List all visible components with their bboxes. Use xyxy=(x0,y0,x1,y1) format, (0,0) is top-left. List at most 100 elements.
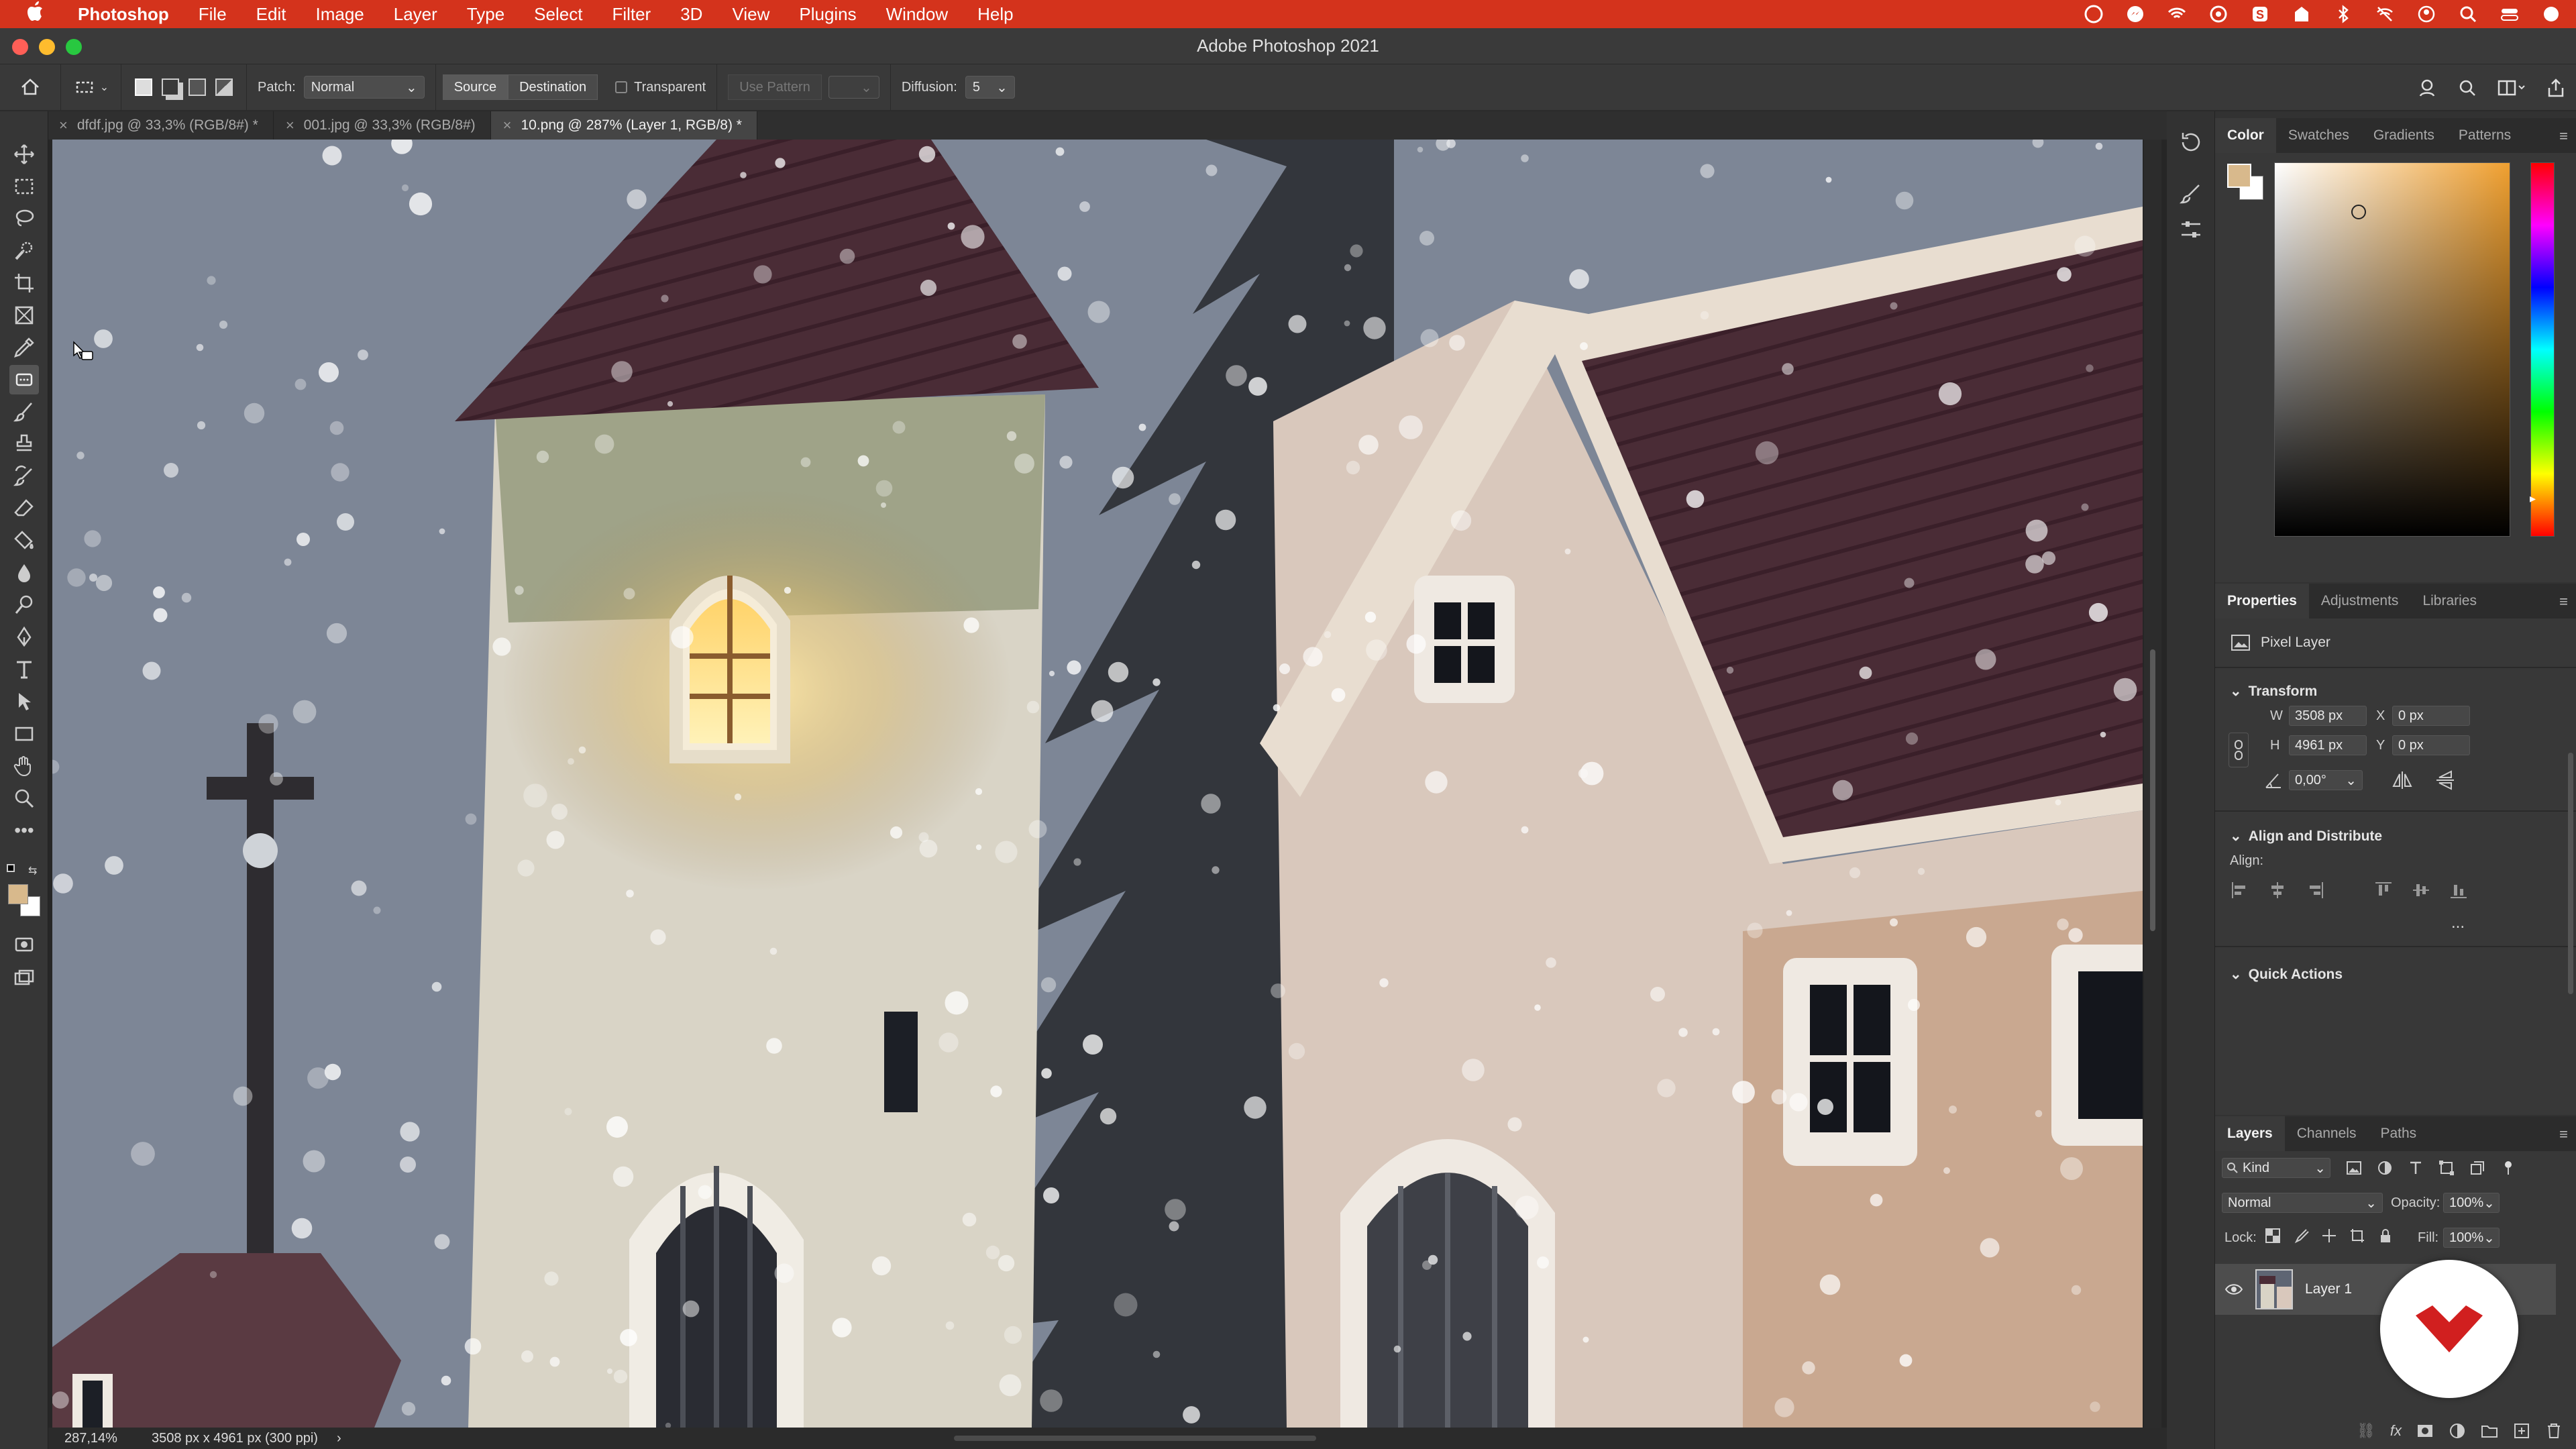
transparent-check-box[interactable] xyxy=(615,81,628,93)
creative-cloud-icon[interactable] xyxy=(2082,4,2105,24)
pen-tool[interactable] xyxy=(9,623,39,652)
shield-icon[interactable] xyxy=(2207,4,2230,24)
path-selection-tool[interactable] xyxy=(9,687,39,716)
search-icon[interactable] xyxy=(2457,4,2479,24)
new-group-icon[interactable] xyxy=(2481,1422,2498,1440)
transparent-checkbox[interactable]: Transparent xyxy=(604,64,716,111)
link-dimensions-button[interactable] xyxy=(2229,733,2249,767)
link-layers-icon[interactable]: ⛓ xyxy=(2357,1422,2375,1440)
tab-properties[interactable]: Properties xyxy=(2215,584,2309,619)
vertical-scrollbar[interactable] xyxy=(2144,140,2161,1428)
quick-actions-section-header[interactable]: ⌄ Quick Actions xyxy=(2230,966,2343,983)
x-input[interactable]: 0 px xyxy=(2392,706,2470,726)
search-icon[interactable] xyxy=(2457,77,2478,99)
lock-pixels-icon[interactable] xyxy=(2293,1228,2309,1244)
tab-swatches[interactable]: Swatches xyxy=(2276,118,2361,153)
close-icon[interactable]: × xyxy=(59,117,68,134)
control-center-icon[interactable] xyxy=(2498,4,2521,24)
tab-libraries[interactable]: Libraries xyxy=(2410,584,2489,619)
filter-shape-icon[interactable] xyxy=(2438,1159,2455,1177)
learn-icon[interactable] xyxy=(2416,77,2438,99)
more-tools-button[interactable]: ••• xyxy=(9,816,39,845)
dodge-tool[interactable] xyxy=(9,590,39,620)
menu-filter[interactable]: Filter xyxy=(597,4,665,25)
add-selection-icon[interactable] xyxy=(162,78,179,96)
rectangle-tool[interactable] xyxy=(9,719,39,749)
fx-icon[interactable]: fx xyxy=(2390,1422,2402,1440)
intersect-selection-icon[interactable] xyxy=(215,78,233,96)
menu-3d[interactable]: 3D xyxy=(665,4,717,25)
zoom-level[interactable]: 287,14% xyxy=(64,1431,138,1446)
tab-dfdf[interactable]: × dfdf.jpg @ 33,3% (RGB/8#) * xyxy=(47,111,274,140)
filter-toggle-icon[interactable] xyxy=(2500,1159,2517,1177)
filter-smart-object-icon[interactable] xyxy=(2469,1159,2486,1177)
type-tool[interactable] xyxy=(9,655,39,684)
marquee-tool[interactable] xyxy=(9,172,39,201)
filter-type-icon[interactable] xyxy=(2407,1159,2424,1177)
share-icon[interactable] xyxy=(2545,77,2567,99)
lock-artboard-icon[interactable] xyxy=(2349,1228,2365,1244)
menu-view[interactable]: View xyxy=(717,4,784,25)
menu-type[interactable]: Type xyxy=(452,4,519,25)
blend-mode-select[interactable]: Normal ⌄ xyxy=(2222,1193,2383,1213)
new-selection-icon[interactable] xyxy=(135,78,152,96)
width-input[interactable]: 3508 px xyxy=(2289,706,2367,726)
properties-scrollbar[interactable] xyxy=(2568,753,2573,994)
menu-plugins[interactable]: Plugins xyxy=(784,4,871,25)
tab-channels[interactable]: Channels xyxy=(2285,1116,2369,1151)
menu-select[interactable]: Select xyxy=(519,4,597,25)
tab-001[interactable]: × 001.jpg @ 33,3% (RGB/8#) xyxy=(273,111,491,140)
fill-input[interactable]: 100% ⌄ xyxy=(2443,1228,2500,1248)
color-picker-ring[interactable] xyxy=(2351,205,2366,219)
layer-filter-select[interactable]: Kind ⌄ xyxy=(2222,1158,2330,1178)
panel-menu-icon[interactable]: ≡ xyxy=(2559,127,2568,145)
scrollbar-thumb[interactable] xyxy=(2150,649,2155,931)
y-input[interactable]: 0 px xyxy=(2392,735,2470,755)
home-button[interactable] xyxy=(0,64,60,111)
menu-help[interactable]: Help xyxy=(963,4,1028,25)
status-menu-arrow[interactable]: › xyxy=(337,1431,341,1446)
user-icon[interactable] xyxy=(2415,4,2438,24)
foreground-color-swatch[interactable] xyxy=(8,884,28,904)
default-swap-colors[interactable]: ⇆ xyxy=(7,864,42,880)
tab-patterns[interactable]: Patterns xyxy=(2447,118,2523,153)
new-layer-icon[interactable] xyxy=(2513,1422,2530,1440)
lasso-tool[interactable] xyxy=(9,204,39,233)
align-right-icon[interactable] xyxy=(2305,880,2325,900)
menu-image[interactable]: Image xyxy=(301,4,378,25)
panel-menu-icon[interactable]: ≡ xyxy=(2559,1126,2568,1143)
tab-gradients[interactable]: Gradients xyxy=(2361,118,2447,153)
subtract-selection-icon[interactable] xyxy=(189,78,206,96)
align-middle-v-icon[interactable] xyxy=(2411,880,2431,900)
add-mask-icon[interactable] xyxy=(2416,1422,2434,1440)
tab-10-png[interactable]: × 10.png @ 287% (Layer 1, RGB/8) * xyxy=(490,111,757,140)
swap-colors-icon[interactable]: ⇆ xyxy=(28,864,37,877)
siri-icon[interactable] xyxy=(2540,4,2563,24)
paint-bucket-tool[interactable] xyxy=(9,526,39,555)
menu-edit[interactable]: Edit xyxy=(241,4,301,25)
height-input[interactable]: 4961 px xyxy=(2289,735,2367,755)
bluetooth-icon[interactable] xyxy=(2332,4,2355,24)
flip-vertical-icon[interactable] xyxy=(2434,769,2457,792)
menu-file[interactable]: File xyxy=(184,4,241,25)
align-top-icon[interactable] xyxy=(2373,880,2394,900)
document-canvas[interactable] xyxy=(52,140,2143,1428)
layer-name[interactable]: Layer 1 xyxy=(2305,1281,2352,1297)
horizontal-scrollbar-thumb[interactable] xyxy=(954,1436,1316,1441)
lock-transparency-icon[interactable] xyxy=(2265,1228,2281,1244)
tab-adjustments[interactable]: Adjustments xyxy=(2309,584,2411,619)
align-section-header[interactable]: ⌄ Align and Distribute xyxy=(2230,828,2382,845)
eyedropper-tool[interactable] xyxy=(9,333,39,362)
transform-section-header[interactable]: ⌄ Transform xyxy=(2230,683,2317,700)
tab-paths[interactable]: Paths xyxy=(2368,1116,2428,1151)
workspace-icon[interactable] xyxy=(2497,77,2526,99)
panel-menu-icon[interactable]: ≡ xyxy=(2559,593,2568,610)
use-pattern-button[interactable]: Use Pattern xyxy=(728,74,822,100)
angle-input[interactable]: 0,00° ⌄ xyxy=(2289,770,2363,790)
close-icon[interactable]: × xyxy=(503,117,512,134)
menu-window[interactable]: Window xyxy=(871,4,963,25)
quick-selection-tool[interactable] xyxy=(9,236,39,266)
patch-mode-select[interactable]: Normal ⌄ xyxy=(303,76,425,99)
eraser-tool[interactable] xyxy=(9,494,39,523)
history-brush-tool[interactable] xyxy=(9,462,39,491)
